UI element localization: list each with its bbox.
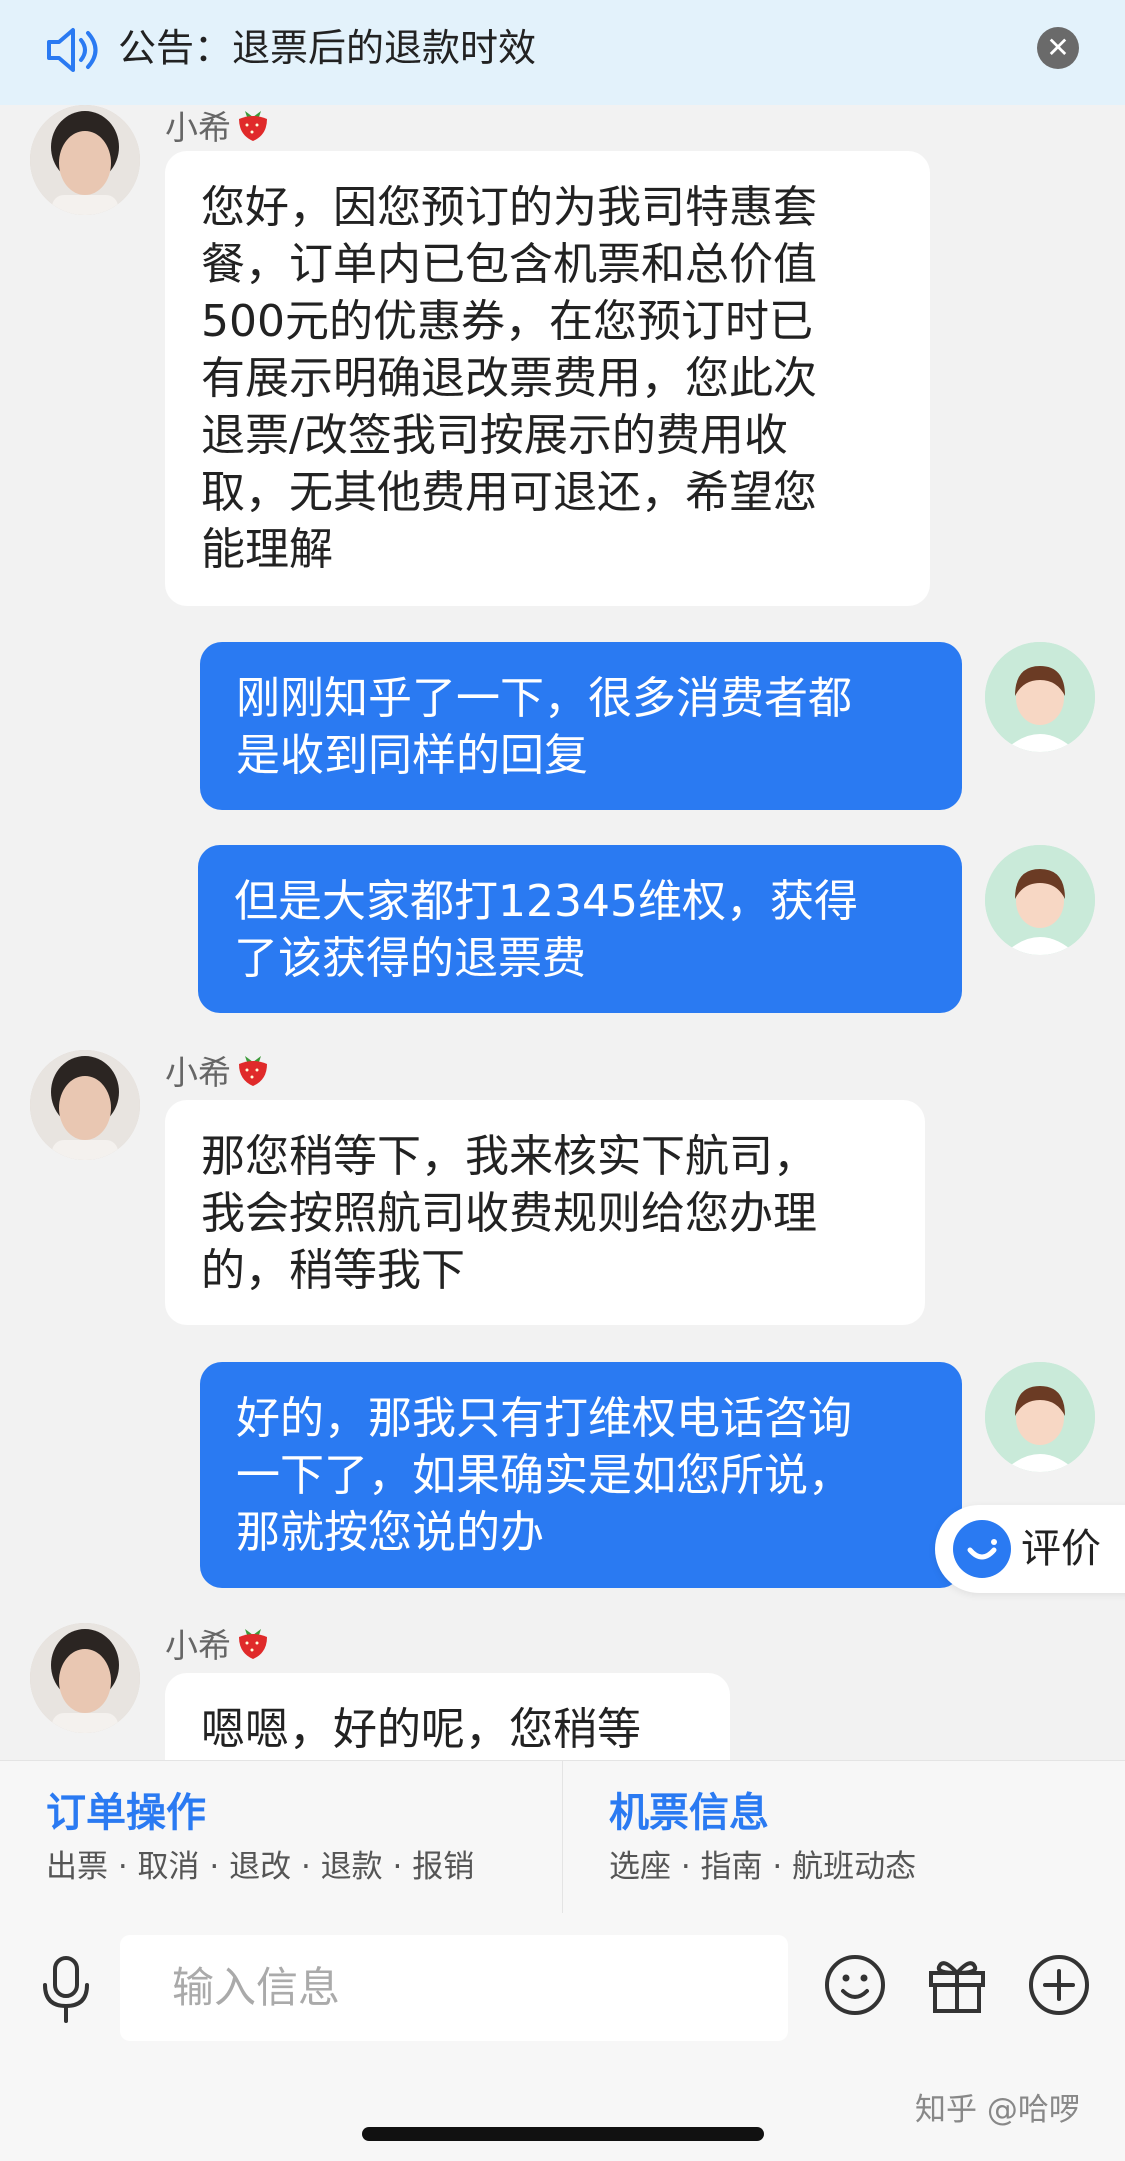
rate-label: 评价 — [1021, 1526, 1101, 1572]
agent-avatar[interactable] — [30, 105, 140, 215]
announcement-bar[interactable]: 公告：退票后的退款时效 ✕ — [0, 0, 1125, 105]
message-bubble-agent[interactable]: 那您稍等下，我来核实下航司， 我会按照航司收费规则给您办理 的，稍等我下 — [165, 1100, 925, 1325]
strawberry-icon — [239, 111, 267, 141]
strawberry-icon — [239, 1056, 267, 1086]
rate-button[interactable]: 评价 — [935, 1505, 1125, 1593]
order-actions-panel[interactable]: 订单操作 出票 · 取消 · 退改 · 退款 · 报销 — [0, 1761, 563, 1913]
ticket-info-title[interactable]: 机票信息 — [609, 1787, 769, 1839]
message-bubble-agent[interactable]: 您好，因您预订的为我司特惠套 餐，订单内已包含机票和总价值 500元的优惠券，在… — [165, 151, 930, 606]
message-input[interactable]: 输入信息 — [120, 1935, 788, 2041]
sender-name: 小希 — [165, 1623, 271, 1666]
ticket-info-panel[interactable]: 机票信息 选座 · 指南 · 航班动态 — [563, 1761, 1125, 1913]
close-icon[interactable]: ✕ — [1037, 27, 1079, 69]
message-bubble-user[interactable]: 好的，那我只有打维权电话咨询 一下了，如果确实是如您所说， 那就按您说的办 — [200, 1362, 962, 1588]
agent-avatar[interactable] — [30, 1623, 140, 1733]
speaker-icon — [47, 28, 98, 72]
plus-icon[interactable] — [1027, 1953, 1091, 2017]
input-placeholder: 输入信息 — [172, 1963, 341, 2012]
ticket-info-subtitle: 选座 · 指南 · 航班动态 — [609, 1849, 917, 1885]
gift-icon[interactable] — [925, 1953, 989, 2017]
agent-avatar[interactable] — [30, 1050, 140, 1160]
message-bubble-agent[interactable]: 嗯嗯，好的呢，您稍等 — [165, 1673, 730, 1760]
order-actions-subtitle: 出票 · 取消 · 退改 · 退款 · 报销 — [46, 1849, 475, 1885]
user-avatar[interactable] — [985, 1362, 1095, 1472]
announcement-text[interactable]: 公告：退票后的退款时效 — [118, 22, 536, 74]
message-bubble-user[interactable]: 刚刚知乎了一下，很多消费者都 是收到同样的回复 — [200, 642, 962, 810]
sender-name: 小希 — [165, 105, 271, 148]
strawberry-icon — [239, 1629, 267, 1659]
home-indicator[interactable] — [362, 2127, 764, 2141]
message-bubble-user[interactable]: 但是大家都打12345维权，获得 了该获得的退票费 — [198, 845, 962, 1013]
sender-name: 小希 — [165, 1050, 271, 1093]
watermark: 知乎 @哈啰 — [915, 2092, 1080, 2128]
quick-actions: 订单操作 出票 · 取消 · 退改 · 退款 · 报销 机票信息 选座 · 指南… — [0, 1760, 1125, 1914]
emoji-icon[interactable] — [823, 1953, 887, 2017]
user-avatar[interactable] — [985, 845, 1095, 955]
user-avatar[interactable] — [985, 642, 1095, 752]
smile-icon — [953, 1520, 1011, 1578]
order-actions-title[interactable]: 订单操作 — [46, 1787, 206, 1839]
microphone-icon[interactable] — [38, 1955, 94, 2025]
